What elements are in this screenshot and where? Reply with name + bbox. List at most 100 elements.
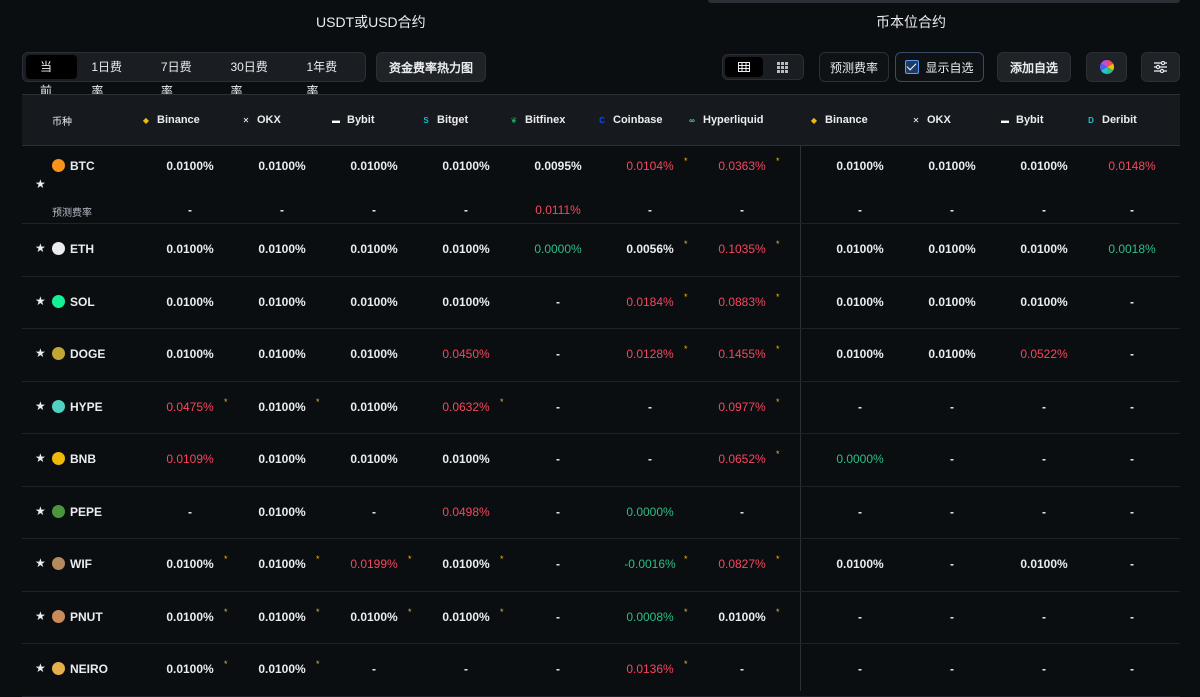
rate-cell-okx[interactable]: - (950, 400, 954, 414)
favorite-star-icon[interactable]: ★ (35, 294, 46, 308)
rate-cell-binance[interactable]: 0.0100% (836, 295, 883, 309)
rate-cell-bybit[interactable]: 0.0100% (350, 452, 397, 466)
rate-cell-hyperliquid[interactable]: 0.1035% (718, 242, 765, 256)
rate-cell-bybit[interactable]: - (372, 505, 376, 519)
rate-cell-binance[interactable]: 0.0100% (166, 159, 213, 173)
rate-cell-bybit[interactable]: 0.0100% (350, 400, 397, 414)
rate-cell-binance[interactable]: - (858, 610, 862, 624)
favorite-star-icon[interactable]: ★ (35, 177, 46, 191)
rate-cell-bybit[interactable]: 0.0100% (1020, 295, 1067, 309)
rate-cell-binance[interactable]: - (858, 662, 862, 676)
rate-cell-coinbase[interactable]: 0.0136% (626, 662, 673, 676)
rate-cell-binance[interactable]: 0.0100% (166, 347, 213, 361)
rate-cell-deribit[interactable]: - (1130, 452, 1134, 466)
favorite-star-icon[interactable]: ★ (35, 556, 46, 570)
rate-cell-okx[interactable]: 0.0100% (928, 242, 975, 256)
rate-cell-deribit[interactable]: - (1130, 557, 1134, 571)
table-row-hype[interactable]: ★ HYPE 0.0475% * 0.0100% * 0.0100% 0.0632% * - - 0.… (22, 382, 1180, 434)
rate-cell-bitget[interactable]: 0.0498% (442, 505, 489, 519)
table-row-wif[interactable]: ★ WIF 0.0100% * 0.0100% * 0.0199% * 0.0100% * - -0.… (22, 539, 1180, 592)
rate-cell-hyperliquid[interactable]: - (740, 505, 744, 519)
rate-cell-okx[interactable]: 0.0100% (928, 159, 975, 173)
rate-cell-binance[interactable]: - (188, 505, 192, 519)
rate-cell-binance[interactable]: 0.0100% (166, 242, 213, 256)
rate-cell-binance[interactable]: 0.0100% (166, 662, 213, 676)
settings-button[interactable] (1141, 52, 1180, 82)
tab-1y[interactable]: 1年费率 (292, 55, 362, 98)
rate-cell-okx[interactable]: - (950, 557, 954, 571)
rate-cell-bybit[interactable]: 0.0100% (350, 242, 397, 256)
rate-cell-okx[interactable]: - (950, 505, 954, 519)
exchange-header-bitget[interactable]: S Bitget (420, 95, 468, 145)
rate-cell-okx[interactable]: 0.0100% (258, 347, 305, 361)
rate-cell-binance[interactable]: 0.0100% (836, 347, 883, 361)
show-favorites-toggle[interactable]: 显示自选 (895, 52, 984, 82)
rate-cell-okx[interactable]: 0.0100% (258, 242, 305, 256)
rate-cell-bitfinex[interactable]: - (556, 400, 560, 414)
exchange-header-coinbase[interactable]: C Coinbase (596, 95, 662, 145)
rate-cell-binance[interactable]: 0.0100% (836, 242, 883, 256)
rate-cell-deribit[interactable]: - (1130, 662, 1134, 676)
rate-cell-okx[interactable]: 0.0100% (258, 452, 305, 466)
rate-cell-bitget[interactable]: 0.0100% (442, 610, 489, 624)
rate-cell-bitfinex[interactable]: - (556, 557, 560, 571)
favorite-star-icon[interactable]: ★ (35, 399, 46, 413)
coin-name[interactable]: WIF (70, 557, 92, 571)
exchange-header-bybit[interactable]: ▬ Bybit (330, 95, 375, 145)
add-favorite-button[interactable]: 添加自选 (997, 52, 1071, 82)
table-row-bnb[interactable]: ★ BNB 0.0109% 0.0100% 0.0100% 0.0100% - - 0.0652… (22, 434, 1180, 487)
rate-cell-hyperliquid[interactable]: 0.0100% (718, 610, 765, 624)
exchange-header-hyperliquid[interactable]: ∞ Hyperliquid (686, 95, 763, 145)
favorite-star-icon[interactable]: ★ (35, 241, 46, 255)
rate-cell-coinbase[interactable]: -0.0016% (624, 557, 675, 571)
rate-cell-bitget[interactable]: 0.0100% (442, 557, 489, 571)
exchange-header-binance[interactable]: ◆ Binance (808, 95, 868, 145)
favorite-star-icon[interactable]: ★ (35, 504, 46, 518)
rate-cell-hyperliquid[interactable]: - (740, 662, 744, 676)
table-row-eth[interactable]: ★ ETH 0.0100% 0.0100% 0.0100% 0.0100% 0.0000% 0… (22, 224, 1180, 277)
rate-cell-hyperliquid[interactable]: 0.0827% (718, 557, 765, 571)
favorite-star-icon[interactable]: ★ (35, 661, 46, 675)
rate-cell-coinbase[interactable]: - (648, 452, 652, 466)
rate-cell-coinbase[interactable]: 0.0000% (626, 505, 673, 519)
rate-cell-binance[interactable]: 0.0100% (166, 295, 213, 309)
rate-cell-deribit[interactable]: - (1130, 505, 1134, 519)
rate-cell-bitfinex[interactable]: - (556, 347, 560, 361)
rate-cell-binance[interactable]: - (858, 400, 862, 414)
table-row-neiro[interactable]: ★ NEIRO 0.0100% * 0.0100% * - - - 0.0136% * - - - - - (22, 644, 1180, 697)
rate-cell-okx[interactable]: 0.0100% (258, 557, 305, 571)
rate-cell-binance[interactable]: 0.0100% (166, 557, 213, 571)
rate-cell-coinbase[interactable]: 0.0008% (626, 610, 673, 624)
rate-cell-okx[interactable]: 0.0100% (928, 347, 975, 361)
rate-cell-deribit[interactable]: 0.0148% (1108, 159, 1155, 173)
tab-30d[interactable]: 30日费率 (216, 55, 292, 98)
exchange-header-binance[interactable]: ◆ Binance (140, 95, 200, 145)
rate-cell-binance[interactable]: 0.0100% (836, 557, 883, 571)
tab-7d[interactable]: 7日费率 (147, 55, 217, 98)
rate-cell-okx[interactable]: - (950, 662, 954, 676)
rate-cell-bybit[interactable]: 0.0100% (1020, 557, 1067, 571)
rate-cell-binance[interactable]: 0.0000% (836, 452, 883, 466)
rate-cell-okx[interactable]: 0.0100% (258, 159, 305, 173)
rate-cell-hyperliquid[interactable]: 0.1455% (718, 347, 765, 361)
rate-cell-hyperliquid[interactable]: 0.0977% (718, 400, 765, 414)
rate-cell-coinbase[interactable]: 0.0128% (626, 347, 673, 361)
coin-name[interactable]: ETH (70, 242, 94, 256)
color-palette-button[interactable] (1086, 52, 1127, 82)
rate-cell-binance[interactable]: 0.0100% (836, 159, 883, 173)
rate-cell-coinbase[interactable]: - (648, 400, 652, 414)
rate-cell-bitget[interactable]: 0.0632% (442, 400, 489, 414)
rate-cell-bybit[interactable]: - (1042, 662, 1046, 676)
rate-cell-bitfinex[interactable]: - (556, 295, 560, 309)
rate-cell-binance[interactable]: 0.0475% (166, 400, 213, 414)
rate-cell-bitfinex[interactable]: - (556, 662, 560, 676)
tab-current[interactable]: 当前 (26, 55, 78, 98)
rate-cell-binance[interactable]: - (858, 505, 862, 519)
coin-name[interactable]: HYPE (70, 400, 103, 414)
rate-cell-bybit[interactable]: - (1042, 610, 1046, 624)
rate-cell-bybit[interactable]: 0.0199% (350, 557, 397, 571)
rate-cell-okx[interactable]: 0.0100% (258, 610, 305, 624)
table-row-pnut[interactable]: ★ PNUT 0.0100% * 0.0100% * 0.0100% * 0.0100% * - 0.… (22, 592, 1180, 644)
coin-name[interactable]: NEIRO (70, 662, 108, 676)
coin-name[interactable]: SOL (70, 295, 95, 309)
